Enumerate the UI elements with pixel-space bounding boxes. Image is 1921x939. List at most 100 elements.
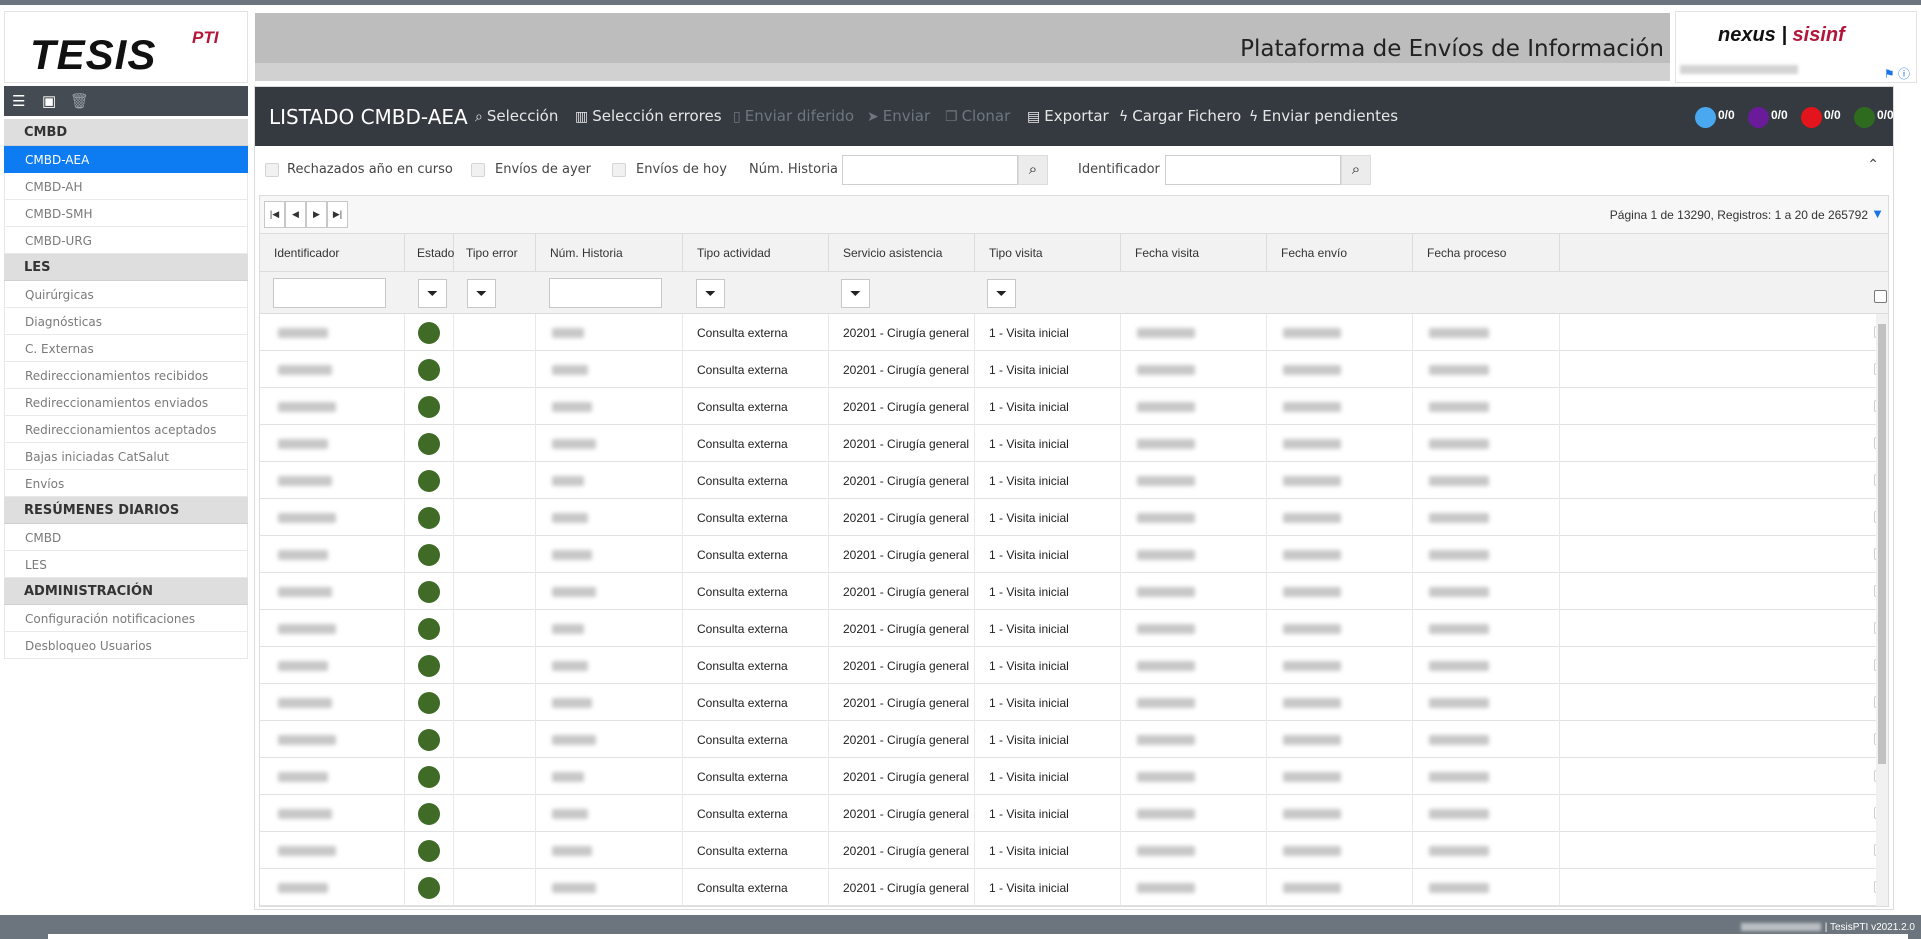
tipo-actividad-filter-button[interactable]: ⏷ [696,279,725,308]
table-scrollbar[interactable] [1876,314,1888,906]
save-icon[interactable]: ▣ [42,92,56,110]
counter-green[interactable]: 0/0 [1854,107,1894,128]
status-dot-icon [1854,107,1875,128]
table-row[interactable]: Consulta externa 20201 - Cirugía general 1… [260,721,1888,758]
prev-page-button[interactable]: ◀ [285,201,306,228]
column-header[interactable]: Tipo error [454,234,536,272]
estado-filter-button[interactable]: ⏷ [418,279,447,308]
sidebar-item[interactable]: Configuración notificaciones [4,605,248,632]
cargar-fichero-button[interactable]: ϟ Cargar Fichero [1119,107,1241,125]
identificador-filter-input[interactable] [273,278,386,308]
sidebar-item[interactable]: Redireccionamientos recibidos [4,362,248,389]
num-historia-search-button[interactable]: ⌕ [1018,155,1048,185]
trash-icon[interactable]: 🗑 [70,92,89,110]
sidebar-item[interactable]: Redireccionamientos enviados [4,389,248,416]
select-all-checkbox[interactable] [1874,290,1887,303]
table-cell [454,758,536,795]
sidebar-group-header: LES [4,254,248,281]
help-icon[interactable]: ⓘ [1898,67,1910,81]
collapse-chevron-icon[interactable]: ⌃ [1867,156,1879,173]
column-header[interactable]: Estado [405,234,454,272]
table-row[interactable]: Consulta externa 20201 - Cirugía general 1… [260,425,1888,462]
column-header[interactable]: Fecha visita [1121,234,1267,272]
fecha-proceso-value-blurred [1429,698,1489,708]
sidebar-item[interactable]: C. Externas [4,335,248,362]
status-dot-icon [1748,107,1769,128]
identificador-search-button[interactable]: ⌕ [1341,155,1371,185]
file-icon: ▤ [1027,109,1041,125]
table-row[interactable]: Consulta externa 20201 - Cirugía general 1… [260,388,1888,425]
sidebar-item[interactable]: Envíos [4,470,248,497]
table-cell [454,499,536,536]
flag-icon[interactable]: ⚑ [1884,67,1895,81]
sidebar-item[interactable]: CMBD-SMH [4,200,248,227]
fecha-proceso-value-blurred [1429,365,1489,375]
table-row[interactable]: Consulta externa 20201 - Cirugía general 1… [260,647,1888,684]
fecha-envio-value-blurred [1283,365,1341,375]
sidebar-item[interactable]: Redireccionamientos aceptados [4,416,248,443]
fecha-proceso-value-blurred [1429,587,1489,597]
identificador-input[interactable] [1165,155,1341,185]
seleccion-errores-button[interactable]: ▥ Selección errores [575,107,722,125]
tipo-visita-filter-button[interactable]: ⏷ [987,279,1016,308]
sidebar-item[interactable]: Diagnósticas [4,308,248,335]
exportar-button[interactable]: ▤ Exportar [1027,107,1109,125]
table-row[interactable]: Consulta externa 20201 - Cirugía general 1… [260,536,1888,573]
sidebar-item[interactable]: Desbloqueo Usuarios [4,632,248,659]
enviar-button[interactable]: ➤ Enviar [867,107,930,125]
fecha-envio-value-blurred [1283,809,1341,819]
enviar-pendientes-button[interactable]: ϟ Enviar pendientes [1249,107,1398,125]
next-page-button[interactable]: ▶ [306,201,327,228]
counter-red[interactable]: 0/0 [1801,107,1841,128]
seleccion-button[interactable]: ⌕ Selección [475,107,558,125]
sidebar-item[interactable]: Bajas iniciadas CatSalut [4,443,248,470]
filter-icon[interactable]: ▼ [1871,206,1884,221]
column-header[interactable]: Tipo actividad [683,234,829,272]
enviar-diferido-button[interactable]: ▯ Enviar diferido [733,107,854,125]
sidebar-item[interactable]: CMBD [4,524,248,551]
sidebar-item[interactable]: CMBD-AH [4,173,248,200]
fecha-visita-value-blurred [1137,809,1195,819]
column-header[interactable]: Identificador [260,234,405,272]
ayer-checkbox[interactable] [471,163,485,177]
fecha-envio-value-blurred [1283,735,1341,745]
num-historia-input[interactable] [842,155,1018,185]
table-row[interactable]: Consulta externa 20201 - Cirugía general 1… [260,499,1888,536]
sidebar-item[interactable]: CMBD-URG [4,227,248,254]
sidebar-item[interactable]: Quirúrgicas [4,281,248,308]
first-page-button[interactable]: |◀ [264,201,285,228]
menu-icon[interactable]: ☰ [12,92,25,110]
clonar-button[interactable]: ❐ Clonar [945,107,1010,125]
table-row[interactable]: Consulta externa 20201 - Cirugía general 1… [260,462,1888,499]
fecha-visita-value-blurred [1137,513,1195,523]
scrollbar-thumb[interactable] [1878,324,1886,764]
column-header[interactable]: Tipo visita [975,234,1121,272]
sidebar-item[interactable]: LES [4,551,248,578]
table-row[interactable]: Consulta externa 20201 - Cirugía general 1… [260,758,1888,795]
counter-purple[interactable]: 0/0 [1748,107,1788,128]
last-page-button[interactable]: ▶| [327,201,348,228]
column-header[interactable]: Fecha proceso [1413,234,1560,272]
fecha-envio-value-blurred [1283,439,1341,449]
table-row[interactable]: Consulta externa 20201 - Cirugía general 1… [260,869,1888,906]
table-row[interactable]: Consulta externa 20201 - Cirugía general 1… [260,351,1888,388]
sidebar-item[interactable]: CMBD-AEA [4,146,248,173]
column-header[interactable]: Servicio asistencia [829,234,975,272]
table-row[interactable]: Consulta externa 20201 - Cirugía general 1… [260,314,1888,351]
num-historia-value-blurred [552,772,584,782]
tipo-error-filter-button[interactable]: ⏷ [467,279,496,308]
column-header[interactable]: Núm. Historia [536,234,683,272]
servicio-filter-button[interactable]: ⏷ [841,279,870,308]
num-historia-filter-input[interactable] [549,278,662,308]
table-cell: 1 - Visita inicial [975,684,1121,721]
table-row[interactable]: Consulta externa 20201 - Cirugía general 1… [260,795,1888,832]
table-row[interactable]: Consulta externa 20201 - Cirugía general 1… [260,610,1888,647]
hoy-checkbox[interactable] [612,163,626,177]
table-row[interactable]: Consulta externa 20201 - Cirugía general 1… [260,684,1888,721]
table-row[interactable]: Consulta externa 20201 - Cirugía general 1… [260,573,1888,610]
rechazados-checkbox[interactable] [265,163,279,177]
column-header[interactable]: Fecha envío [1267,234,1413,272]
status-dot-icon [1801,107,1822,128]
table-row[interactable]: Consulta externa 20201 - Cirugía general 1… [260,832,1888,869]
counter-blue[interactable]: 0/0 [1695,107,1735,128]
